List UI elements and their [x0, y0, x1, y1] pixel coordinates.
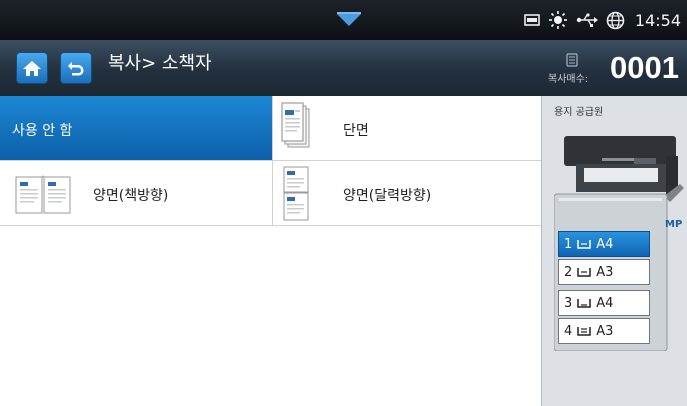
option-label: 사용 안 함	[12, 123, 73, 139]
tray-4[interactable]: 4 A3	[558, 318, 650, 344]
option-duplex-book[interactable]: 양면(책방향)	[0, 161, 272, 226]
option-label: 단면	[343, 123, 369, 139]
simplex-document-icon	[281, 102, 311, 154]
back-icon	[68, 62, 84, 76]
open-book-icon	[14, 173, 72, 219]
copies-label: 복사매수:	[548, 74, 589, 85]
calendar-document-icon	[283, 166, 311, 226]
tray-2[interactable]: 2 A3	[558, 259, 650, 285]
usb-icon	[576, 12, 598, 28]
tray-number: 1	[564, 236, 573, 252]
tray-number: 4	[564, 323, 573, 339]
paper-tray-icon	[577, 299, 592, 308]
booklet-options: 사용 안 함 단면 양면(책방향) 양면(달력방향)	[0, 96, 541, 406]
clock-time: 14:54	[634, 10, 681, 30]
paper-tray-icon	[577, 327, 592, 336]
copies-icon	[566, 52, 578, 71]
home-button[interactable]	[16, 52, 48, 84]
paper-tray-icon	[577, 268, 592, 277]
memory-icon	[524, 13, 540, 27]
back-button[interactable]	[60, 52, 92, 84]
tray-paper-size: A4	[596, 236, 614, 252]
globe-icon	[606, 11, 625, 30]
tray-number: 3	[564, 295, 573, 311]
tray-paper-size: A4	[596, 295, 614, 311]
paper-tray-icon	[577, 240, 592, 249]
option-simplex[interactable]: 단면	[273, 96, 541, 161]
status-bar: 14:54	[0, 0, 687, 40]
tray-number: 2	[564, 264, 573, 280]
brightness-icon	[548, 10, 568, 30]
mp-tray-label[interactable]: MP	[665, 219, 682, 230]
title-bar: 복사> 소책자 복사매수: 0001	[0, 40, 687, 96]
column-divider	[272, 96, 273, 226]
tray-paper-size: A3	[596, 264, 614, 280]
tray-1[interactable]: 1 A4	[558, 231, 650, 257]
page-title: 복사> 소책자	[108, 53, 212, 74]
tray-paper-size: A3	[596, 323, 614, 339]
option-label: 양면(책방향)	[93, 188, 169, 204]
pull-down-arrow-icon[interactable]	[335, 12, 363, 34]
option-label: 양면(달력방향)	[343, 188, 432, 204]
option-none[interactable]: 사용 안 함	[0, 96, 272, 161]
copies-count[interactable]: 0001	[610, 50, 679, 86]
home-icon	[23, 61, 41, 76]
paper-source-title: 용지 공급원	[554, 107, 604, 118]
option-duplex-calendar[interactable]: 양면(달력방향)	[273, 161, 541, 226]
tray-3[interactable]: 3 A4	[558, 290, 650, 316]
